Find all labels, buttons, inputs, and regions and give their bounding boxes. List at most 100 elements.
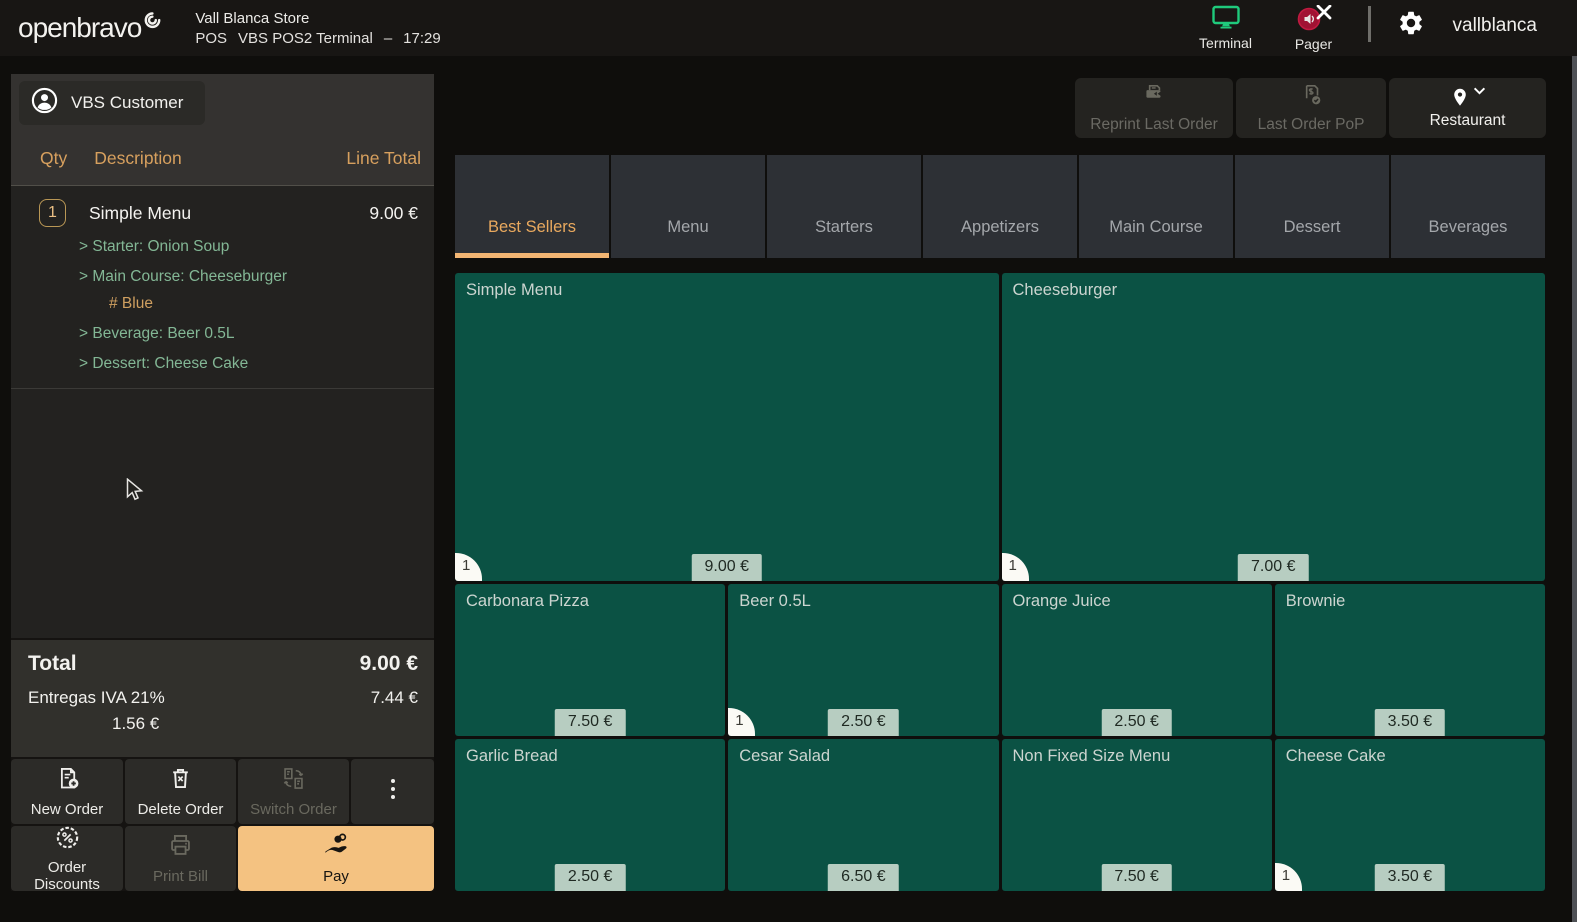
line-detail-option: > Beverage: Beer 0.5L — [79, 325, 434, 343]
product-tile[interactable]: Cesar Salad 6.50 € — [728, 739, 998, 891]
product-price-badge: 7.00 € — [1238, 554, 1308, 581]
line-details: > Starter: Onion Soup> Main Course: Chee… — [79, 238, 434, 373]
print-bill-button[interactable]: Print Bill — [125, 826, 236, 891]
ticket-actions: New Order Delete Order Switch Order — [11, 757, 434, 891]
trash-x-icon — [167, 765, 194, 796]
product-price-badge: 3.50 € — [1375, 709, 1445, 736]
ticket-lines: 1 Simple Menu 9.00 € > Starter: Onion So… — [11, 186, 434, 638]
col-line-total: Line Total — [346, 148, 421, 169]
product-name: Garlic Bread — [466, 747, 558, 765]
product-name: Orange Juice — [1013, 592, 1111, 610]
total-value: 9.00 € — [360, 652, 418, 676]
ticket-column-headers: Qty Description Line Total — [11, 132, 434, 186]
product-price-badge: 9.00 € — [692, 554, 762, 581]
product-name: Simple Menu — [466, 281, 562, 299]
product-grid: Simple Menu 1 9.00 € Cheeseburger 1 7.00… — [455, 273, 1545, 891]
line-detail-option: > Main Course: Cheeseburger — [79, 268, 434, 286]
ticket-line[interactable]: 1 Simple Menu 9.00 € — [11, 199, 434, 227]
pay-button[interactable]: Pay — [238, 826, 434, 891]
product-tile[interactable]: Cheese Cake 1 3.50 € — [1275, 739, 1545, 891]
reprint-last-order-label: Reprint Last Order — [1090, 116, 1218, 134]
reprint-last-order-button[interactable]: Reprint Last Order — [1075, 78, 1233, 138]
product-price-badge: 7.50 € — [555, 709, 625, 736]
kebab-menu-icon — [381, 776, 405, 806]
category-tab[interactable]: Dessert — [1235, 155, 1389, 258]
new-order-label: New Order — [31, 801, 104, 818]
pay-hand-coin-icon — [322, 832, 350, 863]
last-order-pop-button[interactable]: Last Order PoP — [1236, 78, 1386, 138]
discount-badge-icon — [54, 824, 81, 855]
new-order-button[interactable]: New Order — [11, 759, 123, 824]
store-info: Vall Blanca Store POS VBS POS2 Terminal … — [195, 10, 440, 47]
product-tile[interactable]: Brownie 3.50 € — [1275, 584, 1545, 736]
switch-order-icon — [280, 765, 307, 796]
spiral-logo-icon — [144, 12, 161, 34]
restaurant-selector-button[interactable]: Restaurant — [1389, 78, 1546, 138]
product-count-badge: 1 — [1275, 863, 1302, 891]
col-description: Description — [94, 148, 182, 169]
separator: – — [384, 30, 392, 47]
product-tile[interactable]: Orange Juice 2.50 € — [1002, 584, 1272, 736]
product-name: Cheese Cake — [1286, 747, 1386, 765]
product-tile[interactable]: Cheeseburger 1 7.00 € — [1002, 273, 1546, 581]
receipt-dollar-check-icon — [1297, 82, 1325, 113]
reprint-printer-icon — [1140, 82, 1168, 113]
qty-badge: 1 — [39, 199, 66, 227]
terminal-name: VBS POS2 Terminal — [238, 30, 373, 47]
product-name: Beer 0.5L — [739, 592, 811, 610]
print-bill-label: Print Bill — [153, 868, 208, 885]
switch-order-button[interactable]: Switch Order — [238, 759, 349, 824]
tax-label: Entregas IVA 21% — [28, 688, 165, 708]
terminal-info: POS VBS POS2 Terminal – 17:29 — [195, 30, 440, 47]
clock: 17:29 — [403, 30, 441, 47]
line-detail-option: > Dessert: Cheese Cake — [79, 355, 434, 373]
pager-button-label: Pager — [1295, 36, 1332, 52]
customer-button-label: VBS Customer — [71, 93, 183, 113]
scrollbar[interactable] — [1572, 56, 1577, 922]
order-discounts-label: Order Discounts — [13, 859, 121, 894]
category-tab[interactable]: Appetizers — [923, 155, 1077, 258]
product-count-badge: 1 — [728, 708, 755, 736]
terminal-button[interactable]: Terminal — [1182, 5, 1270, 51]
product-tile[interactable]: Beer 0.5L 1 2.50 € — [728, 584, 998, 736]
product-price-badge: 2.50 € — [828, 709, 898, 736]
product-tile[interactable]: Carbonara Pizza 7.50 € — [455, 584, 725, 736]
line-total: 9.00 € — [369, 203, 418, 224]
category-tabs: Best SellersMenuStartersAppetizersMain C… — [455, 155, 1545, 258]
category-tab[interactable]: Main Course — [1079, 155, 1233, 258]
tax-base-value: 7.44 € — [371, 688, 418, 708]
category-tab[interactable]: Beverages — [1391, 155, 1545, 258]
top-bar: openbravo Vall Blanca Store POS VBS POS2… — [0, 0, 1577, 56]
switch-order-label: Switch Order — [250, 801, 337, 818]
store-name: Vall Blanca Store — [195, 10, 440, 27]
ticket-header: VBS Customer — [11, 74, 434, 132]
order-discounts-button[interactable]: Order Discounts — [11, 826, 123, 891]
totals-section: Total 9.00 € Entregas IVA 21% 7.44 € 1.5… — [11, 638, 434, 757]
product-price-badge: 7.50 € — [1101, 864, 1171, 891]
product-tile[interactable]: Garlic Bread 2.50 € — [455, 739, 725, 891]
customer-icon — [31, 87, 58, 119]
user-menu[interactable]: vallblanca — [1453, 15, 1538, 37]
product-tile[interactable]: Non Fixed Size Menu 7.50 € — [1002, 739, 1272, 891]
settings-button[interactable] — [1397, 9, 1425, 42]
product-price-badge: 6.50 € — [828, 864, 898, 891]
receipt-plus-icon — [54, 765, 81, 796]
category-tab[interactable]: Starters — [767, 155, 921, 258]
product-name: Cesar Salad — [739, 747, 830, 765]
product-tile[interactable]: Simple Menu 1 9.00 € — [455, 273, 999, 581]
pager-button[interactable]: Pager — [1270, 5, 1358, 52]
location-pin-icon — [1449, 86, 1486, 109]
category-tab[interactable]: Menu — [611, 155, 765, 258]
ticket-divider — [11, 388, 434, 389]
product-price-badge: 3.50 € — [1375, 864, 1445, 891]
product-name: Brownie — [1286, 592, 1346, 610]
more-actions-button[interactable] — [351, 759, 434, 824]
customer-button[interactable]: VBS Customer — [19, 81, 205, 125]
chevron-down-icon — [1473, 86, 1486, 96]
category-tab[interactable]: Best Sellers — [455, 155, 609, 258]
delete-order-button[interactable]: Delete Order — [125, 759, 236, 824]
last-order-pop-label: Last Order PoP — [1258, 116, 1365, 134]
openbravo-logo: openbravo — [18, 11, 161, 45]
line-description: Simple Menu — [89, 203, 191, 224]
header-divider — [1368, 6, 1371, 42]
